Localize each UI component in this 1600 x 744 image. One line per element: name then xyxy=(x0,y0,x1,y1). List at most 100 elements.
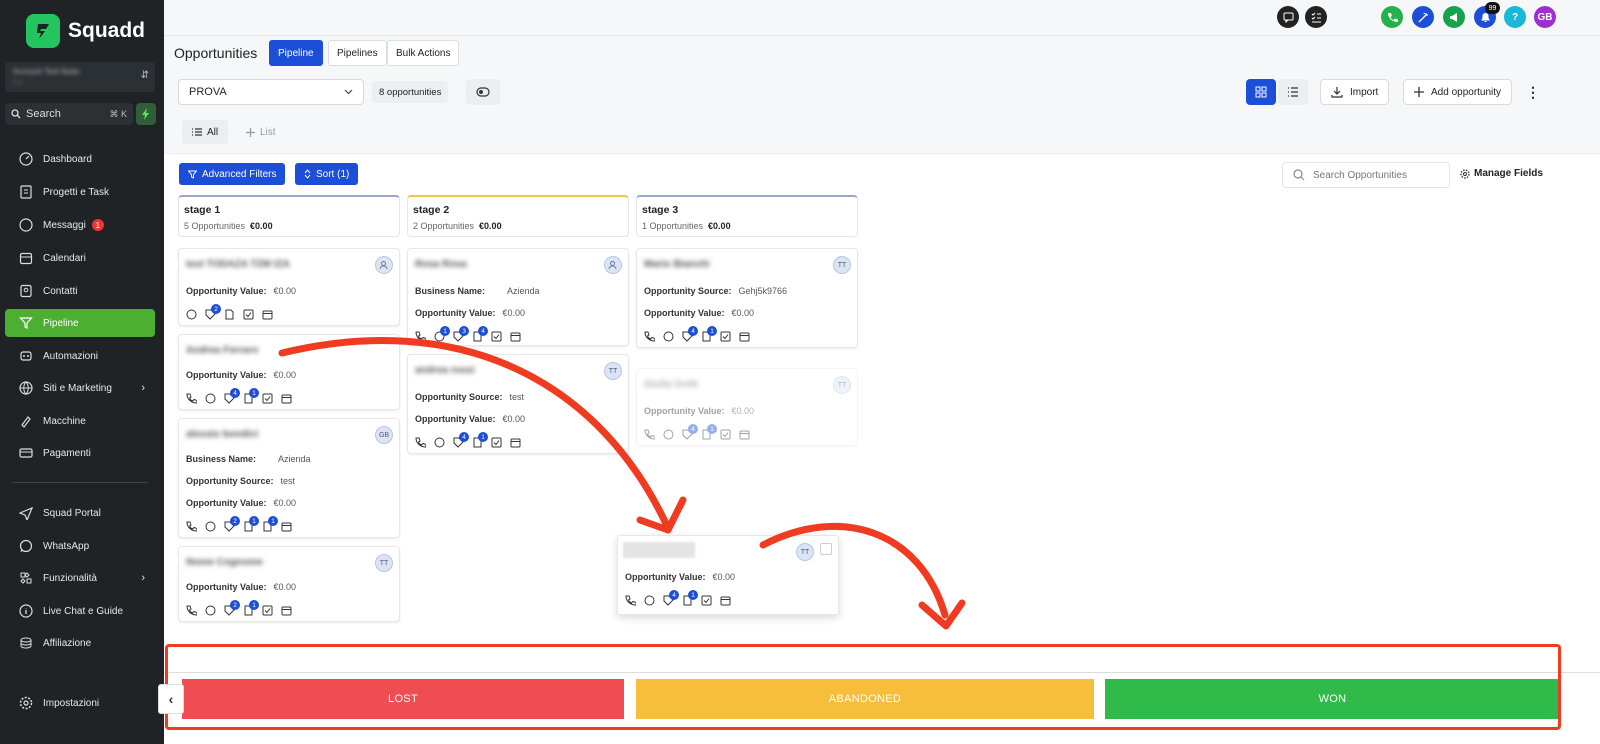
opportunity-card[interactable]: Mario Bianchi TT Opportunity Source: Gehj… xyxy=(636,248,858,348)
calendar-icon[interactable] xyxy=(281,393,292,404)
tag-icon[interactable]: 4 xyxy=(682,326,698,342)
task-icon[interactable] xyxy=(262,605,273,616)
sidebar-item-automations[interactable]: Automazioni xyxy=(5,342,155,370)
sidebar-item-pipeline[interactable]: Pipeline xyxy=(5,309,155,337)
sidebar-item-projects[interactable]: Progetti e Task xyxy=(5,178,155,206)
toggle-view-button[interactable] xyxy=(466,79,500,105)
message-icon[interactable] xyxy=(205,521,216,532)
phone-icon[interactable] xyxy=(415,437,426,448)
sidebar-item-calendars[interactable]: Calendari xyxy=(5,244,155,272)
phone-button[interactable] xyxy=(1381,6,1403,28)
calendar-icon[interactable] xyxy=(281,521,292,532)
notes-icon[interactable]: 1 xyxy=(243,600,259,616)
sidebar-item-sites-marketing[interactable]: Siti e Marketing › xyxy=(5,374,155,402)
select-checkbox[interactable] xyxy=(820,543,832,555)
tag-icon[interactable]: 4 xyxy=(453,432,469,448)
tag-icon[interactable]: 3 xyxy=(453,326,469,342)
user-avatar[interactable]: GB xyxy=(1534,6,1556,28)
sidebar-search[interactable]: Search ⌘ K xyxy=(5,103,133,125)
tab-pipeline[interactable]: Pipeline xyxy=(269,40,323,66)
tag-icon[interactable]: 2 xyxy=(224,516,240,532)
message-icon[interactable] xyxy=(205,393,216,404)
manage-fields-button[interactable]: Manage Fields xyxy=(1460,168,1543,179)
calendar-icon[interactable] xyxy=(510,331,521,342)
filter-all[interactable]: All xyxy=(182,120,229,144)
notes-icon[interactable]: 1 xyxy=(701,326,717,342)
avatar[interactable]: TT xyxy=(375,554,393,572)
sidebar-item-payments[interactable]: Pagamenti xyxy=(5,439,155,467)
add-list-button[interactable]: List xyxy=(236,120,286,144)
tab-pipelines[interactable]: Pipelines xyxy=(328,40,387,66)
opportunity-card[interactable]: Rosa Rosa Business Name: Azienda Opportun… xyxy=(407,248,629,346)
sidebar-item-dashboard[interactable]: Dashboard xyxy=(5,145,155,173)
announcements-button[interactable] xyxy=(1443,6,1465,28)
sidebar-item-live-chat[interactable]: Live Chat e Guide xyxy=(5,597,155,625)
sidebar-item-features[interactable]: Funzionalità › xyxy=(5,564,155,592)
import-button[interactable]: Import xyxy=(1320,79,1390,105)
magic-button[interactable] xyxy=(1412,6,1434,28)
grid-view-button[interactable] xyxy=(1246,79,1276,105)
task-icon[interactable] xyxy=(243,309,254,320)
assign-user-icon[interactable] xyxy=(604,256,622,274)
notes-icon[interactable]: 4 xyxy=(472,326,488,342)
notes-icon[interactable]: 1 xyxy=(682,590,698,606)
phone-icon[interactable] xyxy=(186,605,197,616)
opportunity-card[interactable]: Nome Cognome TT Opportunity Value: €0.00 … xyxy=(178,546,400,622)
notes-icon[interactable]: 1 xyxy=(262,516,278,532)
calendar-icon[interactable] xyxy=(262,309,273,320)
sidebar-item-whatsapp[interactable]: WhatsApp xyxy=(5,532,155,560)
list-view-button[interactable] xyxy=(1278,79,1308,105)
calendar-icon[interactable] xyxy=(510,437,521,448)
sidebar-item-affiliation[interactable]: Affiliazione xyxy=(5,629,155,657)
sidebar-item-squad-portal[interactable]: Squad Portal xyxy=(5,499,155,527)
add-opportunity-button[interactable]: Add opportunity xyxy=(1403,79,1513,105)
opportunity-card[interactable]: Andrea Ferraro Opportunity Value: €0.00 4… xyxy=(178,334,400,410)
sort-button[interactable]: Sort (1) xyxy=(295,163,359,185)
notes-icon[interactable]: 1 xyxy=(243,516,259,532)
opportunity-card[interactable]: test TODAZA TZM IZA Opportunity Value: €0… xyxy=(178,248,400,326)
task-icon[interactable] xyxy=(720,331,731,342)
dragged-opportunity-card[interactable]: TT Opportunity Value: €0.00 4 1 xyxy=(617,535,839,615)
calendar-icon[interactable] xyxy=(281,605,292,616)
sidebar-item-messages[interactable]: Messaggi 1 xyxy=(5,211,155,239)
advanced-filters-button[interactable]: Advanced Filters xyxy=(179,163,286,185)
sidebar-item-contacts[interactable]: Contatti xyxy=(5,277,155,305)
calendar-icon[interactable] xyxy=(720,595,731,606)
brand-logo[interactable]: Squadd xyxy=(26,14,145,48)
chat-widget-button[interactable] xyxy=(1277,6,1299,28)
tag-icon[interactable]: 2 xyxy=(205,304,221,320)
notes-icon[interactable]: 1 xyxy=(243,388,259,404)
tag-icon[interactable]: 4 xyxy=(224,388,240,404)
message-icon[interactable] xyxy=(205,605,216,616)
phone-icon[interactable] xyxy=(186,393,197,404)
collapse-sidebar-button[interactable]: ‹ xyxy=(158,684,184,714)
help-button[interactable]: ? xyxy=(1504,6,1526,28)
message-icon[interactable] xyxy=(434,437,445,448)
message-icon[interactable] xyxy=(663,331,674,342)
notes-icon[interactable]: 1 xyxy=(472,432,488,448)
tab-bulk-actions[interactable]: Bulk Actions xyxy=(387,40,460,66)
more-options-button[interactable]: ⋮ xyxy=(1526,80,1540,104)
phone-icon[interactable] xyxy=(644,331,655,342)
search-opportunities-input[interactable]: Search Opportunities xyxy=(1282,162,1450,188)
message-icon[interactable]: 1 xyxy=(434,326,450,342)
message-icon[interactable] xyxy=(644,595,655,606)
task-icon[interactable] xyxy=(262,393,273,404)
quick-action-button[interactable] xyxy=(136,103,156,125)
account-switcher[interactable]: Account Test Nuke 1.1 ⇵ xyxy=(5,62,155,92)
phone-icon[interactable] xyxy=(186,521,197,532)
avatar[interactable]: TT xyxy=(604,362,622,380)
avatar[interactable]: GB xyxy=(375,426,393,444)
sidebar-item-machines[interactable]: Macchine xyxy=(5,407,155,435)
tag-icon[interactable]: 4 xyxy=(663,590,679,606)
tasks-widget-button[interactable] xyxy=(1305,6,1327,28)
document-icon[interactable] xyxy=(224,309,235,320)
task-icon[interactable] xyxy=(701,595,712,606)
phone-icon[interactable] xyxy=(625,595,636,606)
calendar-icon[interactable] xyxy=(739,331,750,342)
tag-icon[interactable]: 2 xyxy=(224,600,240,616)
opportunity-card[interactable]: andrea rossi TT Opportunity Source: test … xyxy=(407,354,629,454)
task-icon[interactable] xyxy=(491,437,502,448)
message-icon[interactable] xyxy=(186,309,197,320)
phone-icon[interactable] xyxy=(415,331,426,342)
